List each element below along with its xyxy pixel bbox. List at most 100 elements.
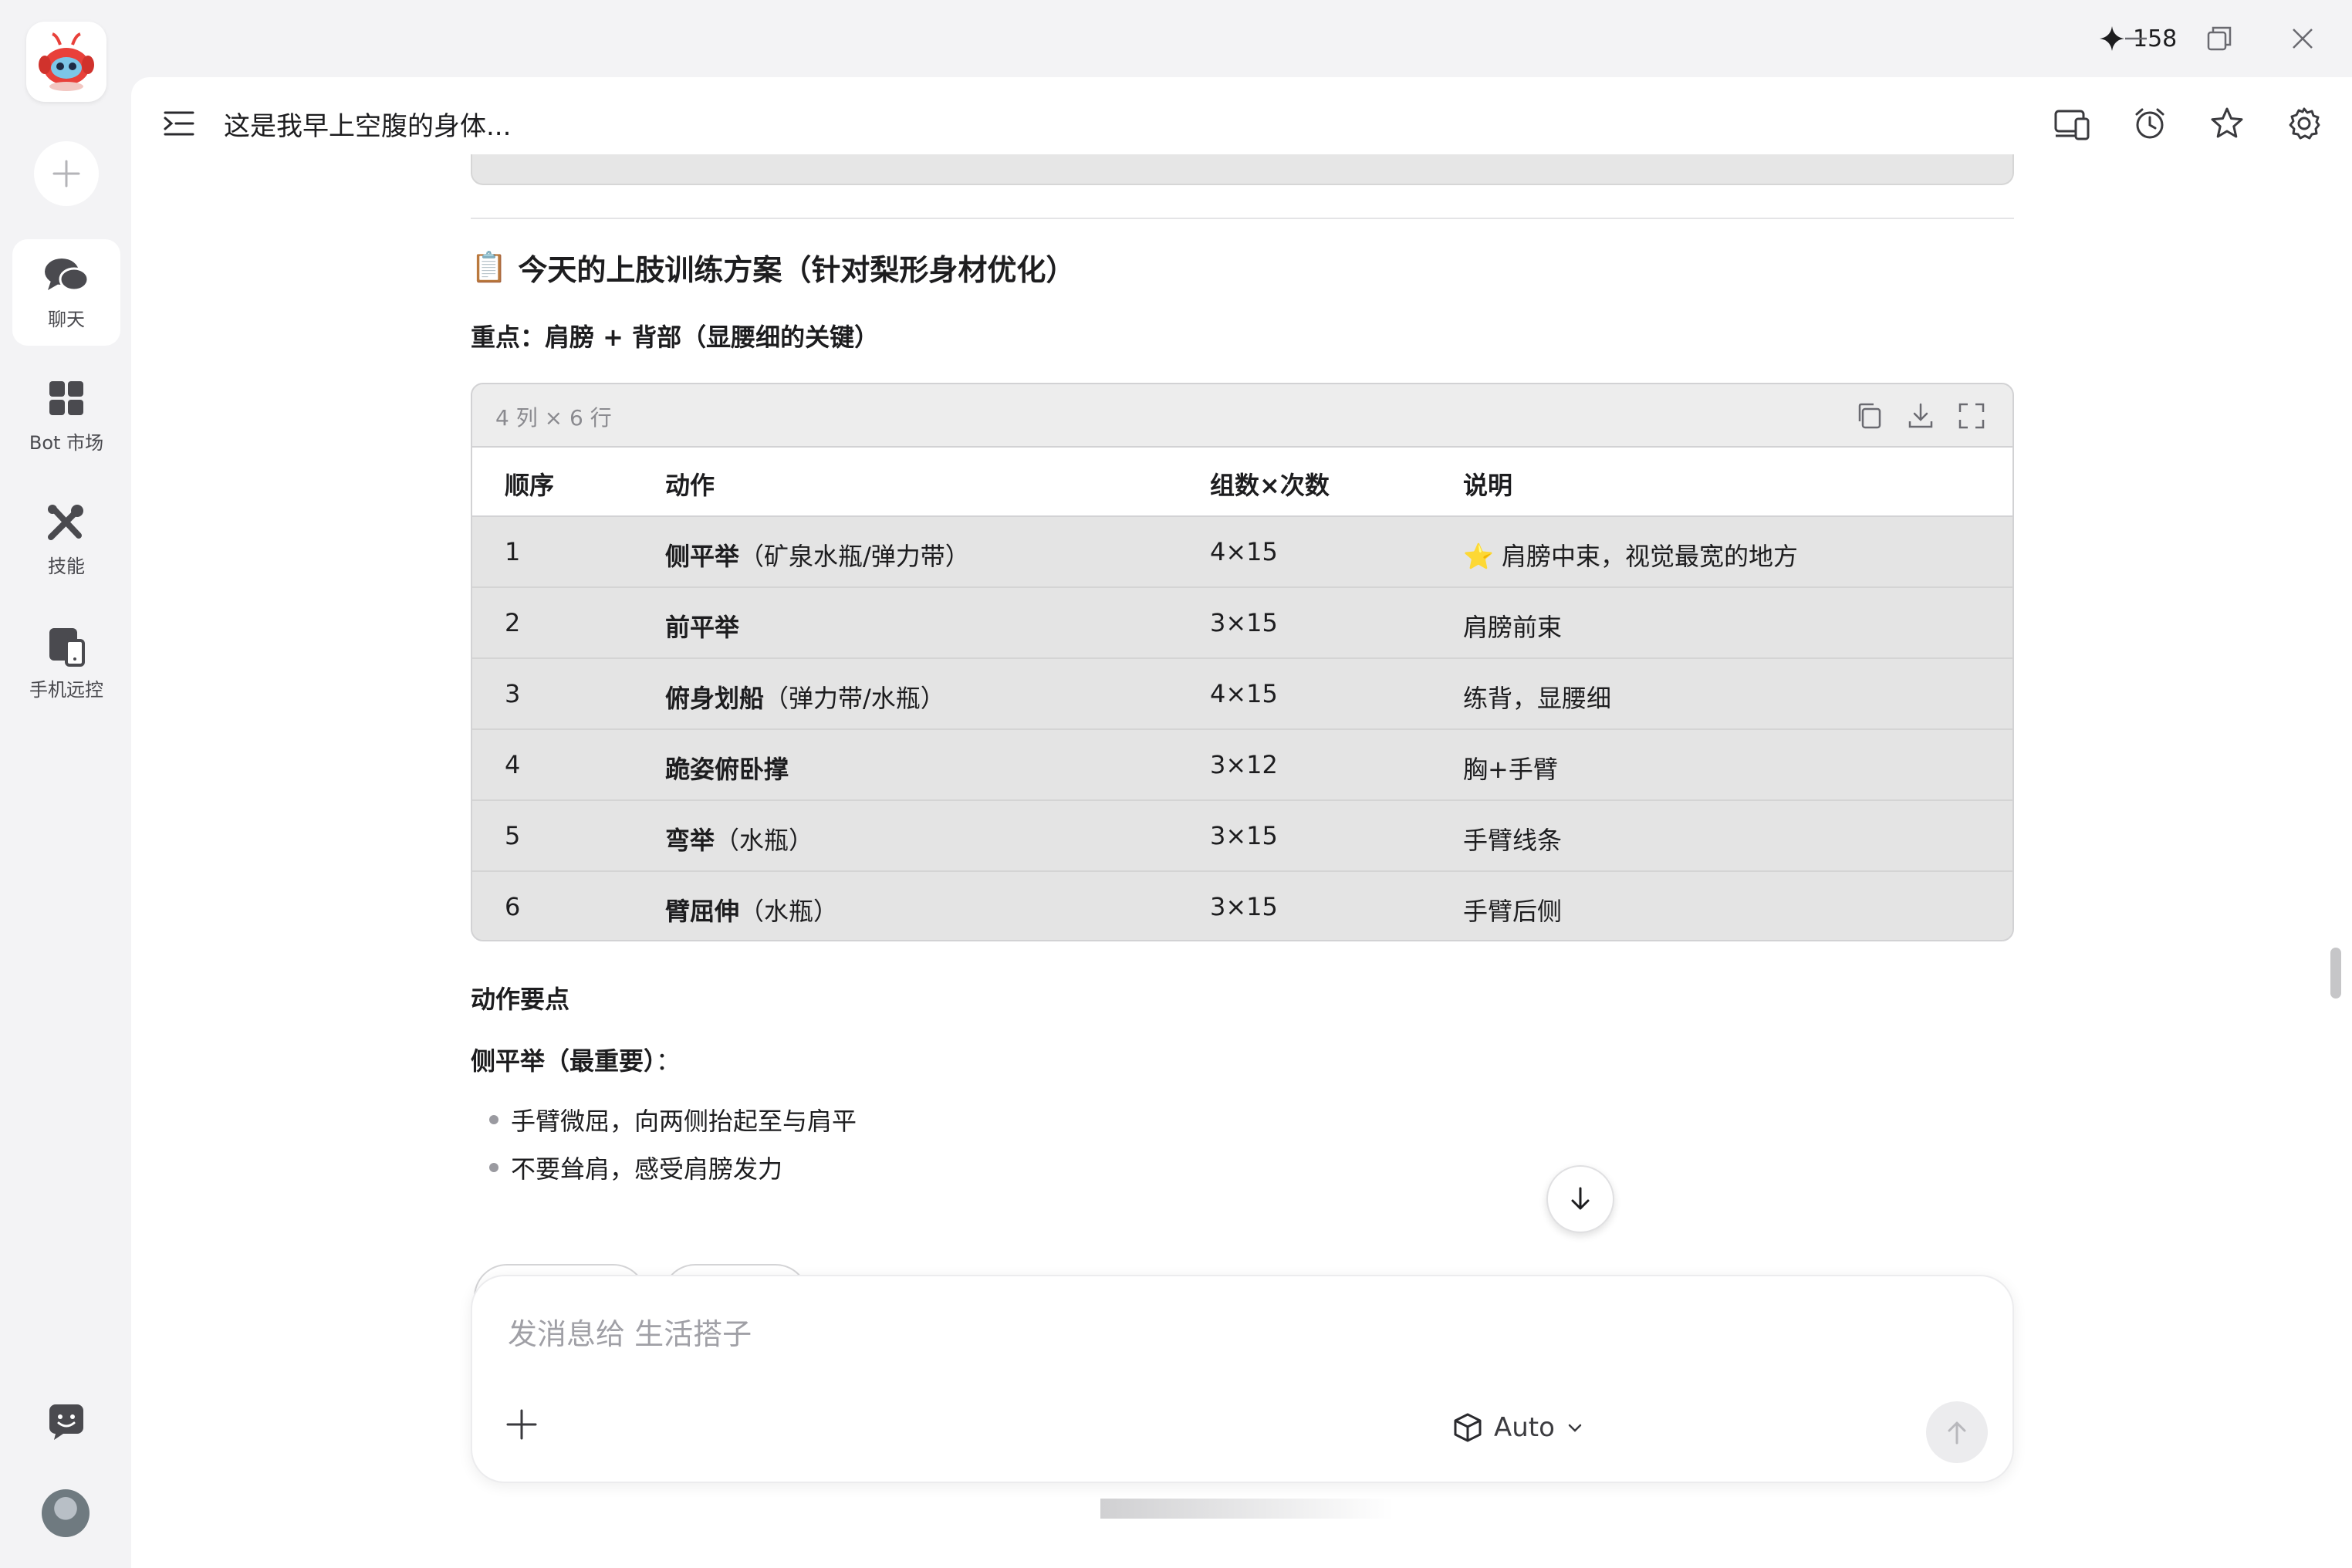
arrow-up-icon xyxy=(1948,1421,1966,1445)
fullscreen-icon[interactable] xyxy=(1957,401,1986,431)
cell-action: 弯举（水瓶） xyxy=(665,821,813,857)
bullet-dot xyxy=(489,1115,498,1124)
loading-gradient xyxy=(1100,1499,1394,1519)
sub-heading-suffix: ： xyxy=(656,1046,681,1076)
arrow-down-icon xyxy=(1571,1187,1590,1210)
rail-item-label: Bot 市场 xyxy=(29,432,104,454)
rail-item-label: 聊天 xyxy=(48,309,85,330)
feedback-smile-icon[interactable] xyxy=(48,1403,85,1440)
left-rail: 聊天 Bot 市场 技能 手机远控 xyxy=(0,0,131,1568)
action-note: （弹力带/水瓶） xyxy=(764,684,945,713)
scroll-to-bottom-button[interactable] xyxy=(1546,1165,1614,1233)
new-chat-button[interactable] xyxy=(34,141,99,206)
focus-line: 重点：肩膀 + 背部（显腰细的关键） xyxy=(471,323,880,352)
cell-desc: 肩膀前束 xyxy=(1463,613,1563,642)
rail-item-label: 手机远控 xyxy=(29,679,103,701)
table-header-row: 顺序 动作 组数×次数 说明 xyxy=(472,448,2012,517)
phone-remote-icon xyxy=(49,628,85,667)
sub-heading-bold: 侧平举（最重要） xyxy=(471,1046,657,1076)
cell-sets: 4×15 xyxy=(1210,679,1278,708)
action-name: 俯身划船 xyxy=(665,684,765,713)
section-divider xyxy=(471,218,2014,219)
chat-panel: 这是我早上空腹的身体... 📋 今天的上肢训练方案（针对梨形身材优化） 重点：肩… xyxy=(131,77,2352,1568)
plus-icon xyxy=(52,160,80,188)
download-icon[interactable] xyxy=(1906,401,1935,431)
cell-sets: 3×15 xyxy=(1210,608,1278,637)
cell-order: 1 xyxy=(505,537,521,566)
cell-action: 臂屈伸（水瓶） xyxy=(665,892,838,928)
bullet-dot xyxy=(489,1163,498,1172)
rail-item-chat[interactable]: 聊天 xyxy=(12,239,120,346)
action-note: （矿泉水瓶/弹力带） xyxy=(739,542,970,571)
sidebar-toggle-icon[interactable] xyxy=(162,108,196,139)
rail-item-bot-market[interactable]: Bot 市场 xyxy=(12,363,120,469)
scrollbar-thumb[interactable] xyxy=(2330,948,2341,999)
table-dimensions: 4 列 × 6 行 xyxy=(495,405,612,431)
action-note: （水瓶） xyxy=(739,897,839,926)
star-icon: ⭐ xyxy=(1463,542,1494,571)
rail-item-skills[interactable]: 技能 xyxy=(12,486,120,593)
chevron-down-icon xyxy=(1568,1424,1582,1432)
restore-window-icon[interactable] xyxy=(2204,23,2235,54)
table-row: 5 弯举（水瓶） 3×15 手臂线条 xyxy=(472,801,2012,872)
cell-sets: 4×15 xyxy=(1210,537,1278,566)
column-header: 顺序 xyxy=(505,471,555,500)
table-row: 4 跪姿俯卧撑 3×12 胸+手臂 xyxy=(472,730,2012,801)
list-item-text: 手臂微屈，向两侧抬起至与肩平 xyxy=(511,1107,857,1136)
cell-order: 3 xyxy=(505,679,521,708)
cell-order: 6 xyxy=(505,892,521,921)
rail-item-phone-remote[interactable]: 手机远控 xyxy=(12,610,120,716)
action-name: 臂屈伸 xyxy=(665,897,740,926)
table-row: 1 侧平举（矿泉水瓶/弹力带） 4×15 ⭐ 肩膀中束，视觉最宽的地方 xyxy=(472,517,2012,588)
cell-desc: ⭐ 肩膀中束，视觉最宽的地方 xyxy=(1463,537,1798,573)
gear-icon[interactable] xyxy=(2287,106,2321,140)
copy-icon[interactable] xyxy=(1855,401,1884,431)
desc-text: 肩膀中束，视觉最宽的地方 xyxy=(1493,542,1799,571)
cell-action: 跪姿俯卧撑 xyxy=(665,750,789,786)
message-input[interactable]: 发消息给 生活搭子 xyxy=(508,1310,752,1353)
cell-desc: 练背，显腰细 xyxy=(1463,684,1612,713)
chat-bubbles-icon xyxy=(45,259,90,292)
key-points-heading: 动作要点 xyxy=(471,985,570,1014)
table-row: 3 俯身划船（弹力带/水瓶） 4×15 练背，显腰细 xyxy=(472,659,2012,730)
column-header: 动作 xyxy=(665,471,715,500)
table-row: 6 臂屈伸（水瓶） 3×15 手臂后侧 xyxy=(472,872,2012,940)
conversation-title[interactable]: 这是我早上空腹的身体... xyxy=(224,105,511,143)
attach-plus-icon[interactable] xyxy=(505,1407,539,1441)
action-name: 侧平举 xyxy=(665,542,740,571)
app-logo[interactable] xyxy=(26,22,106,102)
star-favorite-icon[interactable] xyxy=(2210,106,2244,140)
send-button[interactable] xyxy=(1926,1401,1988,1463)
cell-order: 2 xyxy=(505,608,521,637)
alarm-clock-icon[interactable] xyxy=(2133,106,2167,140)
cell-sets: 3×15 xyxy=(1210,821,1278,850)
column-header: 组数×次数 xyxy=(1210,471,1330,500)
table-toolbar: 4 列 × 6 行 xyxy=(472,384,2012,448)
close-icon[interactable] xyxy=(2287,23,2318,54)
cell-order: 4 xyxy=(505,750,521,779)
cell-sets: 3×12 xyxy=(1210,750,1278,779)
section-heading-text: 今天的上肢训练方案（针对梨形身材优化） xyxy=(518,252,1076,287)
cell-sets: 3×15 xyxy=(1210,892,1278,921)
training-table: 4 列 × 6 行 顺序 动作 组数×次数 说明 1 侧平举（矿泉水瓶/弹力带）… xyxy=(471,383,2014,941)
cube-icon xyxy=(1454,1413,1482,1442)
cell-desc: 手臂线条 xyxy=(1463,826,1563,855)
action-name: 跪姿俯卧撑 xyxy=(665,755,789,784)
devices-icon[interactable] xyxy=(2054,106,2091,140)
minimize-icon[interactable] xyxy=(2121,23,2151,54)
clipboard-icon: 📋 xyxy=(471,249,508,284)
cell-action: 俯身划船（弹力带/水瓶） xyxy=(665,679,945,715)
section-heading: 📋 今天的上肢训练方案（针对梨形身材优化） xyxy=(471,244,1075,290)
model-selector[interactable]: Auto xyxy=(1452,1406,1584,1449)
grid-icon xyxy=(49,381,83,415)
user-avatar[interactable] xyxy=(42,1489,90,1537)
cell-action: 前平举 xyxy=(665,608,739,644)
cell-order: 5 xyxy=(505,821,521,850)
list-item: 手臂微屈，向两侧抬起至与肩平 xyxy=(489,1102,857,1137)
cell-desc: 手臂后侧 xyxy=(1463,897,1563,926)
window-titlebar: 158 xyxy=(131,0,2352,77)
message-composer: 发消息给 生活搭子 Auto xyxy=(471,1275,2014,1483)
cell-action: 侧平举（矿泉水瓶/弹力带） xyxy=(665,537,970,573)
action-name: 前平举 xyxy=(665,613,740,642)
action-note: （水瓶） xyxy=(715,826,814,855)
